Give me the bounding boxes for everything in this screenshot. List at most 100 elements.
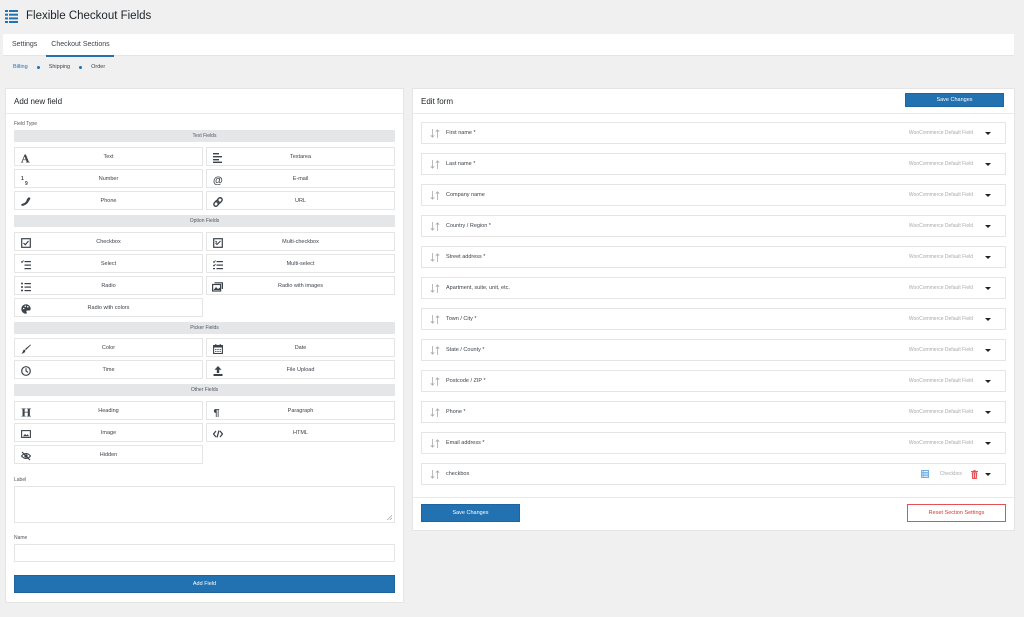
- field-type-date[interactable]: Date: [206, 338, 395, 357]
- field-type-label: Multi-checkbox: [282, 238, 319, 245]
- form-field-row[interactable]: Country / Region * WooCommerce Default Fi…: [421, 215, 1006, 237]
- field-type-image[interactable]: Image: [14, 423, 203, 442]
- resize-handle[interactable]: [387, 515, 392, 520]
- form-field-row[interactable]: First name * WooCommerce Default Field: [421, 122, 1006, 144]
- field-type-phone[interactable]: Phone: [14, 191, 203, 210]
- app-header: Flexible Checkout Fields: [0, 0, 1024, 34]
- field-type-select[interactable]: Select: [14, 254, 203, 273]
- section-shipping[interactable]: Shipping: [49, 64, 70, 70]
- field-label: Phone *: [446, 409, 466, 415]
- form-field-row[interactable]: State / County * WooCommerce Default Fiel…: [421, 339, 1006, 361]
- add-new-field-panel: Add new field Field Type Text Fields A T…: [5, 88, 404, 603]
- expand-caret-icon[interactable]: [985, 380, 991, 383]
- link-icon: [212, 196, 223, 207]
- field-type-radio-images[interactable]: Radio with images: [206, 276, 395, 295]
- form-field-row[interactable]: Postcode / ZIP * WooCommerce Default Fiel…: [421, 370, 1006, 392]
- sort-handle-icon[interactable]: [430, 408, 440, 417]
- sort-handle-icon[interactable]: [430, 284, 440, 293]
- list-icon: [5, 10, 18, 23]
- sort-handle-icon[interactable]: [430, 377, 440, 386]
- select-icon: [20, 259, 31, 270]
- section-order[interactable]: Order: [91, 64, 105, 70]
- add-field-button[interactable]: Add Field: [14, 575, 395, 593]
- field-type-label: Image: [100, 429, 117, 436]
- svg-text:9: 9: [25, 181, 28, 185]
- form-field-row[interactable]: Town / City * WooCommerce Default Field: [421, 308, 1006, 330]
- tab-settings[interactable]: Settings: [3, 34, 44, 56]
- expand-caret-icon[interactable]: [985, 473, 991, 476]
- expand-caret-icon[interactable]: [985, 442, 991, 445]
- field-type-number[interactable]: 19 Number: [14, 169, 203, 188]
- field-type-file-upload[interactable]: File Upload: [206, 360, 395, 379]
- expand-caret-icon[interactable]: [985, 163, 991, 166]
- upload-icon: [212, 365, 223, 376]
- field-type-paragraph[interactable]: ¶ Paragraph: [206, 401, 395, 420]
- sort-handle-icon[interactable]: [430, 160, 440, 169]
- multi-checkbox-icon: [212, 237, 223, 248]
- field-type-textarea[interactable]: Textarea: [206, 147, 395, 166]
- field-type-radio-colors[interactable]: Radio with colors: [14, 298, 203, 317]
- svg-text:1: 1: [21, 176, 24, 182]
- svg-text:A: A: [21, 153, 30, 163]
- sort-handle-icon[interactable]: [430, 470, 440, 479]
- panel-header: Edit form Save Changes: [413, 89, 1014, 114]
- field-type-radio[interactable]: Radio: [14, 276, 203, 295]
- field-type-label: File Upload: [286, 366, 315, 373]
- expand-caret-icon[interactable]: [985, 287, 991, 290]
- field-label: Town / City *: [446, 316, 477, 322]
- form-field-row[interactable]: Phone * WooCommerce Default Field: [421, 401, 1006, 423]
- save-changes-button-top[interactable]: Save Changes: [905, 93, 1004, 107]
- tab-checkout-sections[interactable]: Checkout Sections: [44, 34, 116, 57]
- field-type-time[interactable]: Time: [14, 360, 203, 379]
- field-type: WooCommerce Default Field: [908, 223, 973, 229]
- form-field-row[interactable]: Email address * WooCommerce Default Field: [421, 432, 1006, 454]
- expand-caret-icon[interactable]: [985, 132, 991, 135]
- field-type-hidden[interactable]: Hidden: [14, 445, 203, 464]
- sort-handle-icon[interactable]: [430, 439, 440, 448]
- sort-handle-icon[interactable]: [430, 346, 440, 355]
- brush-icon: [20, 343, 31, 354]
- field-type-label: Select: [100, 260, 117, 267]
- expand-caret-icon[interactable]: [985, 318, 991, 321]
- form-field-row[interactable]: Apartment, suite, unit, etc. WooCommerce …: [421, 277, 1006, 299]
- section-nav: Billing Shipping Order: [13, 64, 105, 70]
- form-field-row[interactable]: Company name WooCommerce Default Field: [421, 184, 1006, 206]
- field-type-checkbox[interactable]: Checkbox: [14, 232, 203, 251]
- sort-handle-icon[interactable]: [430, 191, 440, 200]
- field-type-text[interactable]: A Text: [14, 147, 203, 166]
- label-textarea[interactable]: [14, 486, 395, 523]
- sort-handle-icon[interactable]: [430, 129, 440, 138]
- heading-icon: H: [20, 406, 31, 417]
- sort-handle-icon[interactable]: [430, 222, 440, 231]
- field-label: Company name: [446, 192, 485, 198]
- name-input[interactable]: [14, 544, 395, 562]
- field-type-url[interactable]: URL: [206, 191, 395, 210]
- sort-handle-icon[interactable]: [430, 253, 440, 262]
- field-type-email[interactable]: @ E-mail: [206, 169, 395, 188]
- sort-handle-icon[interactable]: [430, 315, 440, 324]
- field-type: WooCommerce Default Field: [908, 130, 973, 136]
- expand-caret-icon[interactable]: [985, 194, 991, 197]
- field-label: checkbox: [446, 471, 470, 477]
- expand-caret-icon[interactable]: [985, 225, 991, 228]
- reset-section-settings-button[interactable]: Reset Section Settings: [907, 504, 1006, 522]
- field-type-heading[interactable]: H Heading: [14, 401, 203, 420]
- expand-caret-icon[interactable]: [985, 349, 991, 352]
- save-changes-button-bottom[interactable]: Save Changes: [421, 504, 520, 522]
- field-type-html[interactable]: HTML: [206, 423, 395, 442]
- form-field-row[interactable]: checkbox Checkbox: [421, 463, 1006, 485]
- field-type-label: Paragraph: [287, 407, 314, 414]
- field-type-multi-select[interactable]: Multi-select: [206, 254, 395, 273]
- field-type: WooCommerce Default Field: [908, 440, 973, 446]
- phone-icon: [20, 196, 31, 207]
- form-field-row[interactable]: Last name * WooCommerce Default Field: [421, 153, 1006, 175]
- form-field-row[interactable]: Street address * WooCommerce Default Fiel…: [421, 246, 1006, 268]
- expand-caret-icon[interactable]: [985, 411, 991, 414]
- trash-icon[interactable]: [971, 470, 978, 479]
- field-type-color[interactable]: Color: [14, 338, 203, 357]
- section-billing[interactable]: Billing: [13, 64, 28, 70]
- group-other-fields: Other Fields: [14, 384, 395, 396]
- expand-caret-icon[interactable]: [985, 256, 991, 259]
- field-type-multi-checkbox[interactable]: Multi-checkbox: [206, 232, 395, 251]
- field-type-label: HTML: [293, 429, 308, 436]
